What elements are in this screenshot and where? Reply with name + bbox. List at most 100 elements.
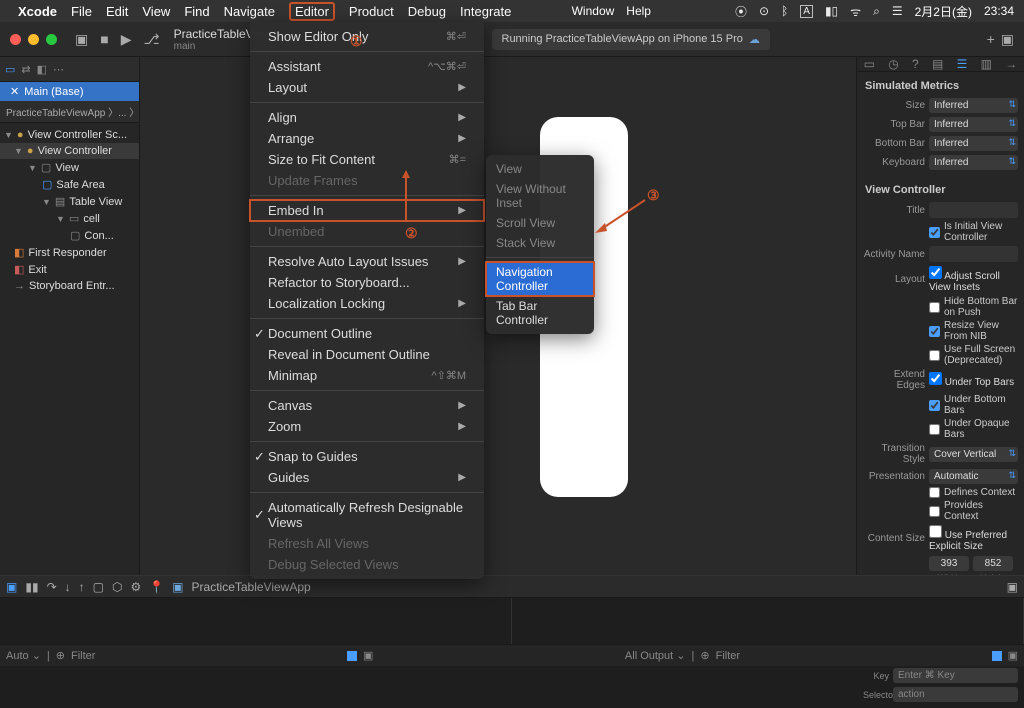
- step-over-icon[interactable]: ↷: [47, 580, 57, 594]
- menu-localization-locking[interactable]: Localization Locking▶: [250, 293, 484, 314]
- menu-document-outline[interactable]: ✓Document Outline: [250, 323, 484, 344]
- menu-snap-to-guides[interactable]: ✓Snap to Guides: [250, 446, 484, 467]
- breadcrumb[interactable]: PracticeTableViewApp 〉... 〉Main: [0, 101, 139, 123]
- environment-icon[interactable]: ⚙: [130, 580, 141, 594]
- control-center-icon[interactable]: ☰: [892, 4, 903, 18]
- transition-dropdown[interactable]: Cover Vertical⇅: [929, 447, 1018, 462]
- add-tab-icon[interactable]: +: [987, 31, 995, 47]
- navigator-tabs[interactable]: ▭⇄◧⋯: [0, 57, 139, 82]
- bluetooth-icon[interactable]: ᛒ: [781, 4, 788, 18]
- step-out-icon[interactable]: ↑: [79, 580, 85, 594]
- tree-scene[interactable]: ▼●View Controller Sc...: [0, 127, 139, 143]
- file-inspector-icon[interactable]: ▭: [864, 57, 875, 71]
- debug-target-label[interactable]: PracticeTableViewApp: [192, 580, 311, 594]
- zoom-window-button[interactable]: [46, 34, 57, 45]
- menu-canvas[interactable]: Canvas▶: [250, 395, 484, 416]
- menu-auto-refresh[interactable]: ✓Automatically Refresh Designable Views: [250, 497, 484, 533]
- run-icon[interactable]: ▶: [121, 31, 132, 48]
- menu-size-to-fit[interactable]: Size to Fit Content⌘=: [250, 149, 484, 170]
- menubar-time[interactable]: 23:34: [984, 4, 1014, 18]
- key-input[interactable]: Enter ⌘ Key: [893, 668, 1018, 683]
- menu-show-editor-only[interactable]: Show Editor Only⌘⏎: [250, 26, 484, 47]
- history-inspector-icon[interactable]: ◷: [888, 57, 898, 71]
- close-window-button[interactable]: [10, 34, 21, 45]
- size-dropdown[interactable]: Inferred⇅: [929, 98, 1018, 113]
- presentation-dropdown[interactable]: Automatic⇅: [929, 469, 1018, 484]
- resize-nib-checkbox[interactable]: [929, 326, 940, 337]
- menu-file[interactable]: File: [71, 4, 92, 19]
- memory-graph-icon[interactable]: ⬡: [112, 580, 122, 594]
- scheme-icon[interactable]: ⎇: [143, 31, 159, 48]
- tree-exit[interactable]: ◧Exit: [0, 261, 139, 278]
- debug-toggle-icon[interactable]: ▣: [6, 580, 17, 594]
- tree-table-view[interactable]: ▼▤Table View: [0, 193, 139, 210]
- menu-embed-in[interactable]: Embed In▶: [250, 200, 484, 221]
- battery-icon[interactable]: ▮▯: [825, 4, 838, 18]
- console-view[interactable]: [512, 598, 1024, 644]
- menu-minimap[interactable]: Minimap^⇧⌘M: [250, 365, 484, 386]
- input-source-icon[interactable]: A: [800, 5, 813, 18]
- submenu-tab-bar-controller[interactable]: Tab Bar Controller: [486, 296, 594, 330]
- inspector-tabs[interactable]: ▭ ◷ ? ▤ ☰ ▥ →: [857, 57, 1024, 72]
- menu-window[interactable]: Window: [572, 4, 615, 18]
- menu-edit[interactable]: Edit: [106, 4, 128, 19]
- tree-storyboard-entry[interactable]: →Storyboard Entr...: [0, 278, 139, 294]
- tree-content[interactable]: ▢Con...: [0, 227, 139, 244]
- hide-debug-icon[interactable]: ▣: [1007, 580, 1018, 594]
- topbar-dropdown[interactable]: Inferred⇅: [929, 117, 1018, 132]
- wifi-icon[interactable]: ᯤ: [850, 3, 861, 20]
- app-menu[interactable]: Xcode: [18, 4, 57, 19]
- library-icon[interactable]: ▣: [1001, 31, 1014, 48]
- location-icon[interactable]: 📍: [149, 580, 164, 594]
- use-full-checkbox[interactable]: [929, 350, 940, 361]
- play-status-icon[interactable]: ⊙: [759, 4, 769, 18]
- size-inspector-icon[interactable]: ▥: [981, 57, 992, 71]
- search-icon[interactable]: ⌕: [873, 4, 880, 19]
- variables-filter-input[interactable]: Filter: [71, 650, 95, 662]
- menu-editor[interactable]: Editor: [289, 2, 335, 21]
- menu-layout[interactable]: Layout▶: [250, 77, 484, 98]
- adjust-scroll-checkbox[interactable]: [929, 266, 942, 279]
- variables-view[interactable]: [0, 598, 512, 644]
- toggle-navigator-icon[interactable]: ▣: [75, 31, 88, 48]
- auto-scope-dropdown[interactable]: Auto ⌄: [6, 649, 41, 662]
- submenu-navigation-controller[interactable]: Navigation Controller: [486, 262, 594, 296]
- line-status-icon[interactable]: ⦿: [735, 3, 747, 20]
- menu-find[interactable]: Find: [184, 4, 209, 19]
- defines-context-checkbox[interactable]: [929, 487, 940, 498]
- use-preferred-checkbox[interactable]: [929, 525, 942, 538]
- selector-input[interactable]: action: [893, 687, 1018, 702]
- under-opaque-checkbox[interactable]: [929, 424, 940, 435]
- menu-help[interactable]: Help: [626, 4, 651, 18]
- output-scope-dropdown[interactable]: All Output ⌄: [625, 649, 686, 662]
- menu-resolve-auto-layout[interactable]: Resolve Auto Layout Issues▶: [250, 251, 484, 272]
- menu-view[interactable]: View: [142, 4, 170, 19]
- menu-zoom[interactable]: Zoom▶: [250, 416, 484, 437]
- file-tab-main[interactable]: ✕ Main (Base): [0, 82, 139, 101]
- step-into-icon[interactable]: ↓: [65, 580, 71, 594]
- provides-context-checkbox[interactable]: [929, 506, 940, 517]
- keyboard-dropdown[interactable]: Inferred⇅: [929, 155, 1018, 170]
- menu-guides[interactable]: Guides▶: [250, 467, 484, 488]
- tree-safe-area[interactable]: ▢Safe Area: [0, 176, 139, 193]
- attributes-inspector-icon[interactable]: ☰: [957, 57, 968, 71]
- title-input[interactable]: [929, 202, 1018, 218]
- debug-view-icon[interactable]: ▢: [93, 580, 104, 594]
- is-initial-checkbox[interactable]: [929, 227, 940, 238]
- menu-integrate[interactable]: Integrate: [460, 4, 511, 19]
- under-top-checkbox[interactable]: [929, 372, 942, 385]
- menu-arrange[interactable]: Arrange▶: [250, 128, 484, 149]
- stop-icon[interactable]: ■: [100, 31, 108, 47]
- menu-reveal-outline[interactable]: Reveal in Document Outline: [250, 344, 484, 365]
- menubar-date[interactable]: 2月2日(金): [915, 3, 972, 20]
- hide-bottom-checkbox[interactable]: [929, 302, 940, 313]
- minimize-window-button[interactable]: [28, 34, 39, 45]
- under-bottom-checkbox[interactable]: [929, 400, 940, 411]
- console-scroll-icon[interactable]: ▣: [363, 649, 373, 662]
- interface-builder-canvas[interactable]: [140, 57, 856, 640]
- menu-refactor-storyboard[interactable]: Refactor to Storyboard...: [250, 272, 484, 293]
- console-toggle-1-icon[interactable]: [992, 651, 1002, 661]
- tree-view-controller[interactable]: ▼●View Controller: [0, 143, 139, 159]
- menu-assistant[interactable]: Assistant^⌥⌘⏎: [250, 56, 484, 77]
- tree-cell[interactable]: ▼▭cell: [0, 210, 139, 227]
